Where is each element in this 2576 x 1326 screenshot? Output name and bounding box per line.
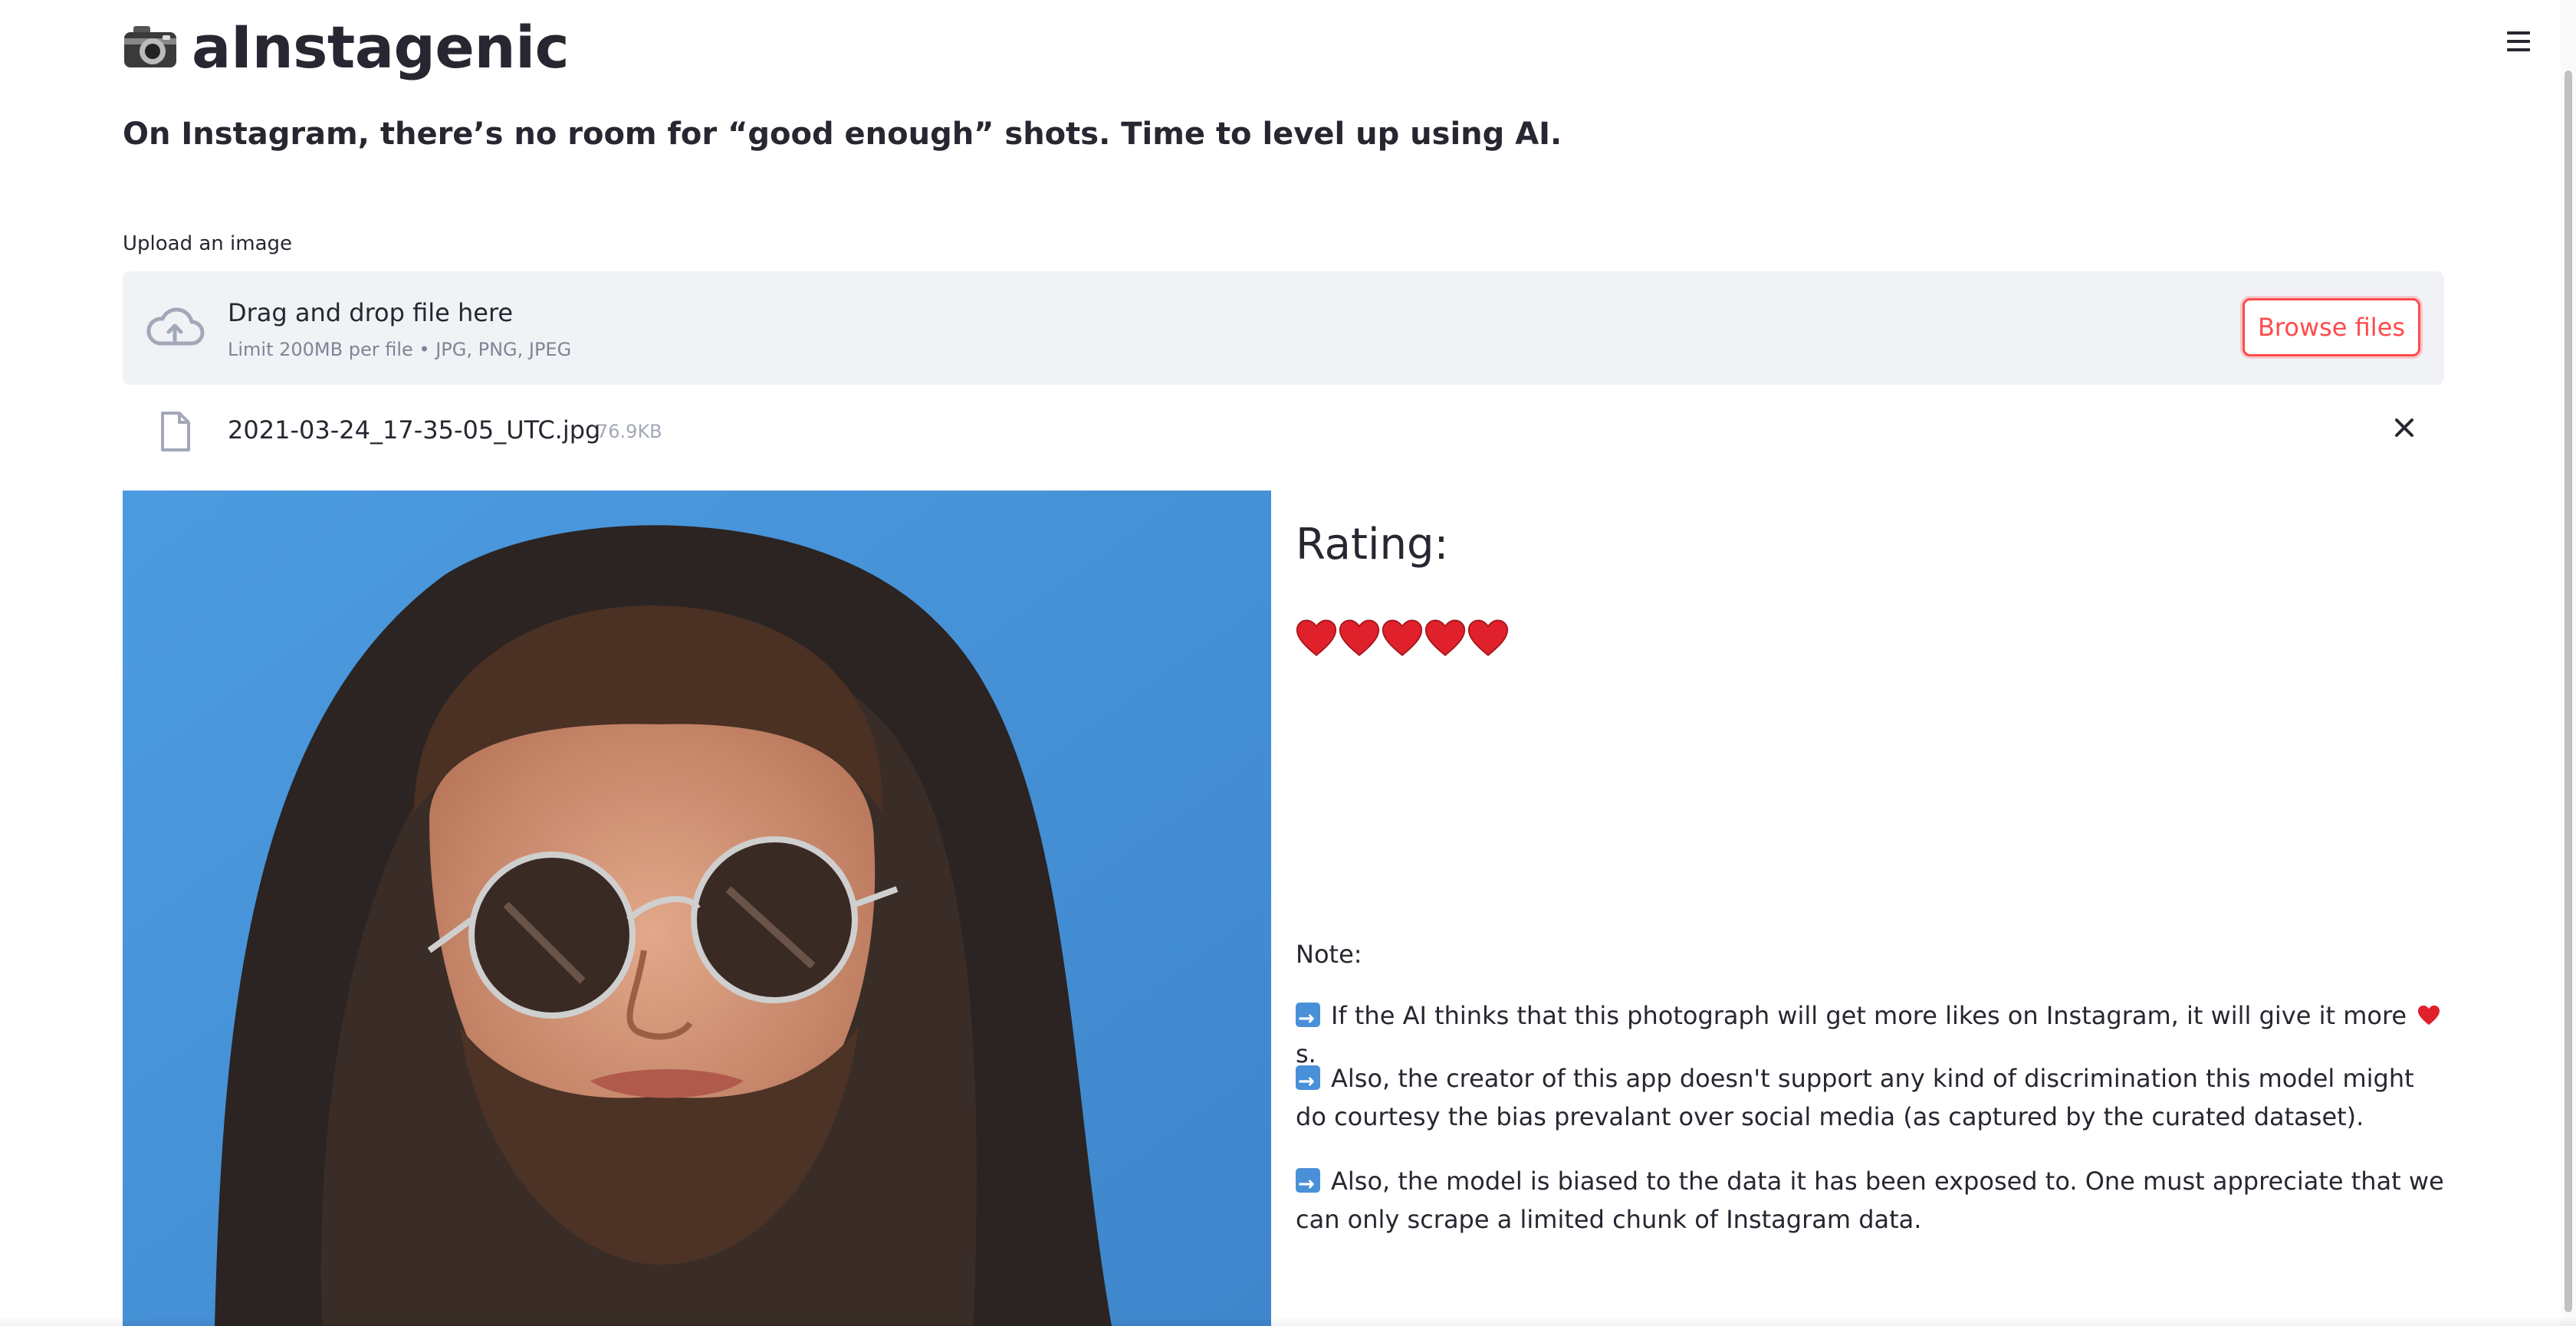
dropzone-title: Drag and drop file here — [228, 298, 514, 327]
dropzone-hint: Limit 200MB per file • JPG, PNG, JPEG — [228, 339, 572, 360]
hamburger-menu-icon[interactable] — [2507, 28, 2535, 55]
note-text: If the AI thinks that this photograph wi… — [1331, 1001, 2407, 1030]
scrollbar-thumb[interactable] — [2564, 71, 2572, 1312]
file-dropzone[interactable] — [123, 271, 2444, 385]
bottom-edge-shadow — [0, 1317, 2576, 1326]
cloud-upload-icon — [146, 307, 205, 346]
upload-label: Upload an image — [123, 232, 293, 255]
rating-title: Rating: — [1296, 520, 1449, 569]
uploaded-photo — [123, 491, 1271, 1326]
heart-icon — [1424, 619, 1466, 657]
app-subtitle: On Instagram, there’s no room for “good … — [123, 117, 1562, 152]
right-arrow-icon — [1296, 1165, 1320, 1203]
remove-file-icon[interactable] — [2389, 412, 2420, 443]
heart-icon — [1296, 619, 1337, 657]
right-arrow-icon — [1296, 999, 1320, 1038]
note-item: Also, the model is biased to the data it… — [1296, 1162, 2444, 1239]
app-header: aInstagenic — [123, 12, 570, 81]
heart-icon — [1467, 619, 1509, 657]
note-text: Also, the model is biased to the data it… — [1296, 1167, 2444, 1234]
heart-icon — [1382, 619, 1423, 657]
browse-files-button[interactable]: Browse files — [2242, 298, 2420, 356]
heart-icon — [1339, 619, 1380, 657]
heart-icon — [2418, 1005, 2440, 1026]
note-text: Also, the creator of this app doesn't su… — [1296, 1064, 2414, 1131]
camera-icon — [123, 25, 178, 69]
note-label: Note: — [1296, 940, 1362, 969]
rating-hearts — [1296, 618, 1509, 659]
file-icon — [161, 412, 190, 451]
app-title: aInstagenic — [192, 12, 570, 81]
uploaded-file-name: 2021-03-24_17-35-05_UTC.jpg — [228, 415, 601, 445]
right-arrow-icon — [1296, 1062, 1320, 1101]
uploaded-file-size: 76.9KB — [596, 421, 662, 442]
note-item: Also, the creator of this app doesn't su… — [1296, 1059, 2444, 1136]
